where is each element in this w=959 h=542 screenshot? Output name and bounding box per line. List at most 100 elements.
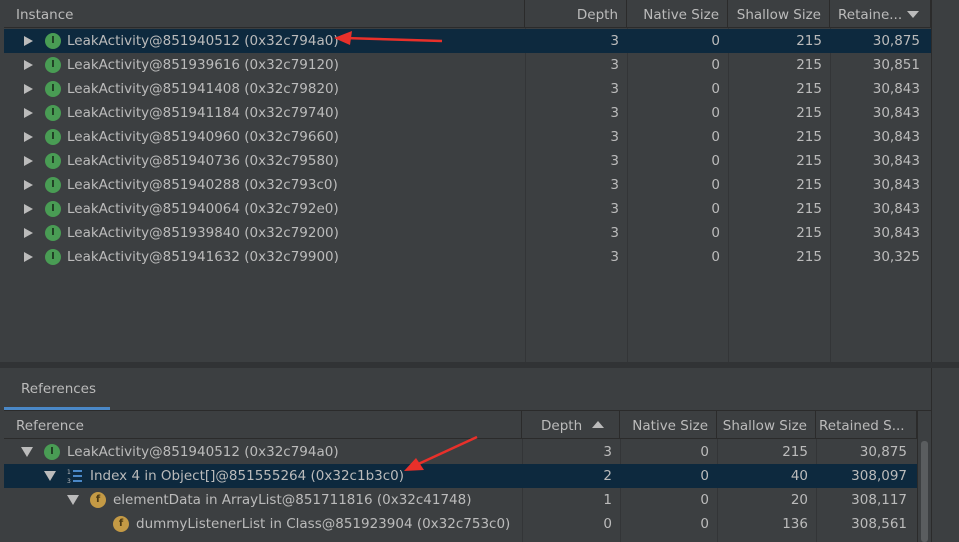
references-tab-bar: References [4, 368, 931, 411]
tab-underline [4, 407, 110, 410]
field-icon: f [113, 516, 129, 532]
collapse-arrow-icon[interactable] [21, 447, 33, 457]
instance-row[interactable]: I LeakActivity@851940064 (0x32c792e0) 3 0 21… [4, 197, 931, 221]
column-header-ref-native-label: Native Size [632, 418, 708, 434]
reference-shallow-size: 215 [782, 444, 808, 460]
column-header-native-label: Native Size [643, 7, 719, 23]
annotation-arrow-top [334, 31, 443, 45]
instance-shallow-size: 215 [796, 105, 822, 121]
instance-class-icon: I [45, 81, 61, 97]
instance-retained-size: 30,843 [872, 81, 920, 97]
sort-ascending-icon [592, 421, 604, 428]
instance-retained-size: 30,325 [872, 249, 920, 265]
instance-row[interactable]: I LeakActivity@851941408 (0x32c79820) 3 0 21… [4, 77, 931, 101]
instance-retained-size: 30,843 [872, 129, 920, 145]
instance-class-icon: I [45, 177, 61, 193]
instance-shallow-size: 215 [796, 33, 822, 49]
instance-retained-size: 30,843 [872, 201, 920, 217]
annotation-arrow-bottom [404, 435, 478, 471]
scrollbar-thumb[interactable] [921, 441, 928, 542]
references-table: Reference Depth Native Size Shallow Size… [4, 411, 917, 542]
instance-native-size: 0 [711, 249, 720, 265]
column-header-shallow-label: Shallow Size [736, 7, 821, 23]
instance-row[interactable]: I LeakActivity@851939616 (0x32c79120) 3 0 21… [4, 53, 931, 77]
sort-descending-icon [907, 11, 919, 18]
tab-references-label: References [21, 381, 97, 397]
instance-shallow-size: 215 [796, 153, 822, 169]
instance-name: LeakActivity@851940960 (0x32c79660) [67, 129, 339, 145]
column-header-ref-native[interactable]: Native Size [620, 411, 717, 439]
instance-name: LeakActivity@851941184 (0x32c79740) [67, 105, 339, 121]
instance-native-size: 0 [711, 129, 720, 145]
reference-depth: 0 [603, 516, 612, 532]
collapse-arrow-icon[interactable] [67, 495, 79, 505]
reference-name: dummyListenerList in Class@851923904 (0x… [136, 516, 511, 532]
expand-arrow-icon[interactable] [24, 84, 33, 94]
expand-arrow-icon[interactable] [24, 252, 33, 262]
column-header-shallow-size[interactable]: Shallow Size [728, 0, 830, 28]
instance-class-icon: I [45, 153, 61, 169]
column-header-instance[interactable]: Instance [4, 0, 525, 28]
expand-arrow-icon[interactable] [24, 180, 33, 190]
instance-shallow-size: 215 [796, 177, 822, 193]
column-header-ref-retained-label: Retained S... [819, 418, 905, 434]
svg-text:1: 1 [67, 469, 71, 476]
instance-retained-size: 30,843 [872, 105, 920, 121]
instance-shallow-size: 215 [796, 225, 822, 241]
expand-arrow-icon[interactable] [24, 204, 33, 214]
expand-arrow-icon[interactable] [24, 60, 33, 70]
column-header-ref-depth[interactable]: Depth [522, 411, 620, 439]
instance-class-icon: I [44, 444, 60, 460]
instance-name: LeakActivity@851940288 (0x32c793c0) [67, 177, 338, 193]
instance-row[interactable]: I LeakActivity@851939840 (0x32c79200) 3 0 21… [4, 221, 931, 245]
expand-arrow-icon[interactable] [24, 36, 33, 46]
instance-shallow-size: 215 [796, 249, 822, 265]
reference-name: Index 4 in Object[]@851555264 (0x32c1b3c… [90, 468, 405, 484]
instance-depth: 3 [610, 249, 619, 265]
column-header-ref-shallow-label: Shallow Size [722, 418, 807, 434]
column-header-ref-shallow[interactable]: Shallow Size [717, 411, 816, 439]
svg-text:3: 3 [67, 478, 71, 484]
expand-arrow-icon[interactable] [24, 132, 33, 142]
expand-arrow-icon[interactable] [24, 156, 33, 166]
instance-row[interactable]: I LeakActivity@851940288 (0x32c793c0) 3 0 21… [4, 173, 931, 197]
field-icon: f [90, 492, 106, 508]
instance-name: LeakActivity@851939840 (0x32c79200) [67, 225, 339, 241]
instance-class-icon: I [45, 249, 61, 265]
reference-shallow-size: 40 [790, 468, 808, 484]
column-header-depth[interactable]: Depth [525, 0, 627, 28]
instance-row[interactable]: I LeakActivity@851941632 (0x32c79900) 3 0 21… [4, 245, 931, 269]
instance-row[interactable]: I LeakActivity@851941184 (0x32c79740) 3 0 21… [4, 101, 931, 125]
instance-retained-size: 30,843 [872, 177, 920, 193]
instance-shallow-size: 215 [796, 81, 822, 97]
instance-name: LeakActivity@851941632 (0x32c79900) [67, 249, 339, 265]
expand-arrow-icon[interactable] [24, 108, 33, 118]
instance-depth: 3 [610, 57, 619, 73]
instance-native-size: 0 [711, 177, 720, 193]
instance-depth: 3 [610, 177, 619, 193]
instance-depth: 3 [610, 33, 619, 49]
instance-row[interactable]: I LeakActivity@851940512 (0x32c794a0) 3 0 21… [4, 29, 931, 53]
instance-native-size: 0 [711, 105, 720, 121]
instance-name: LeakActivity@851941408 (0x32c79820) [67, 81, 339, 97]
instance-row[interactable]: I LeakActivity@851940960 (0x32c79660) 3 0 21… [4, 125, 931, 149]
column-header-retained-size[interactable]: Retaine... [830, 0, 931, 28]
expand-arrow-icon[interactable] [24, 228, 33, 238]
instance-shallow-size: 215 [796, 201, 822, 217]
instance-name: LeakActivity@851939616 (0x32c79120) [67, 57, 339, 73]
collapse-arrow-icon[interactable] [44, 471, 56, 481]
reference-retained-size: 30,875 [859, 444, 907, 460]
instance-depth: 3 [610, 129, 619, 145]
reference-depth: 2 [603, 468, 612, 484]
instance-row[interactable]: I LeakActivity@851940736 (0x32c79580) 3 0 21… [4, 149, 931, 173]
tab-references[interactable]: References [4, 368, 110, 410]
references-scrollbar[interactable] [917, 411, 932, 542]
column-header-reference-label: Reference [16, 418, 84, 434]
instance-class-icon: I [45, 57, 61, 73]
reference-row[interactable]: f dummyListenerList in Class@851923904 (0… [4, 512, 917, 536]
column-header-ref-retained[interactable]: Retained S... [816, 411, 917, 439]
column-header-native-size[interactable]: Native Size [627, 0, 728, 28]
reference-row[interactable]: f elementData in ArrayList@851711816 (0x3… [4, 488, 917, 512]
reference-retained-size: 308,097 [851, 468, 907, 484]
instance-retained-size: 30,843 [872, 225, 920, 241]
